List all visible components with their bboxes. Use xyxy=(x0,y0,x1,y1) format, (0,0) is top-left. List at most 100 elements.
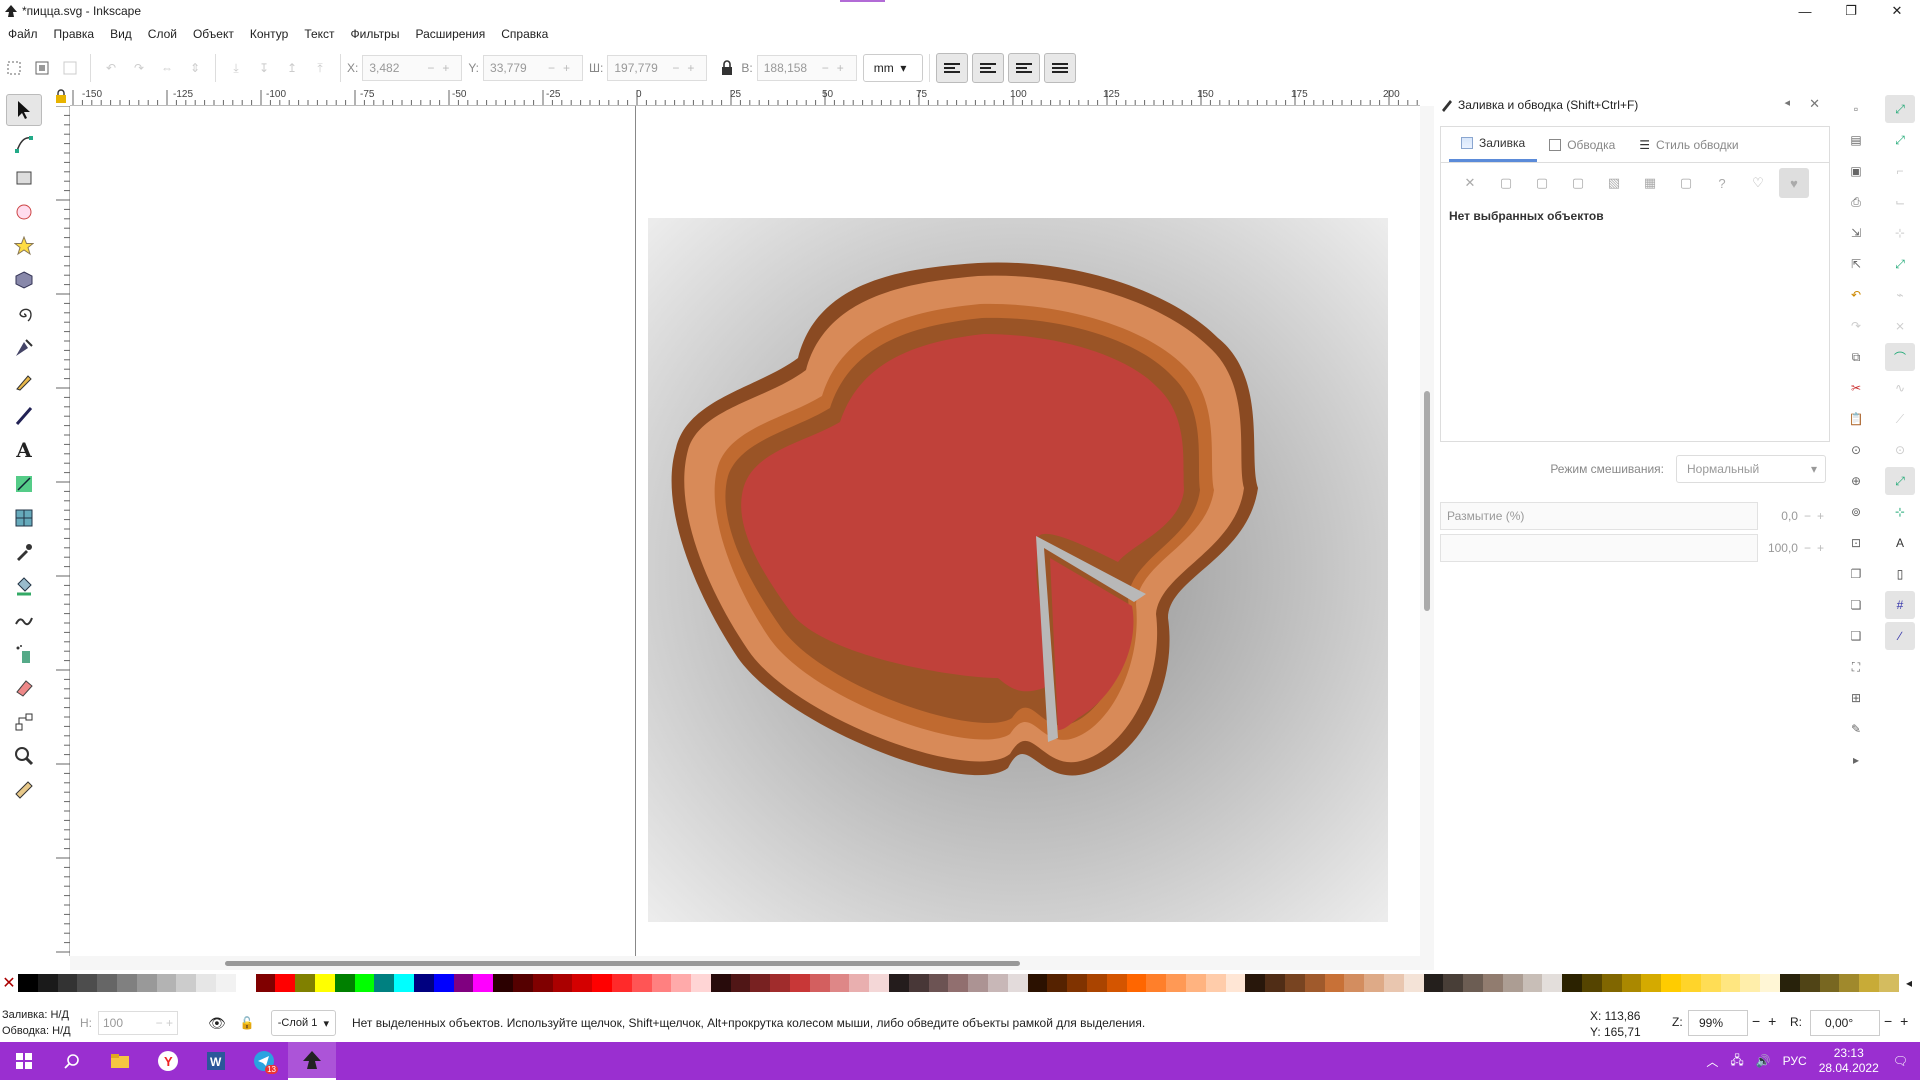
star-tool-icon[interactable] xyxy=(6,230,42,262)
flip-horizontal-icon[interactable]: ⇔ xyxy=(153,54,181,82)
palette-swatch[interactable] xyxy=(849,974,870,992)
snap-text-baseline-icon[interactable]: A xyxy=(1885,529,1915,557)
maximize-button[interactable]: ❐ xyxy=(1828,0,1874,22)
tweak-tool-icon[interactable] xyxy=(6,604,42,636)
y-input[interactable]: 33,779 −+ xyxy=(483,55,584,81)
tab-stroke-style[interactable]: ☰ Стиль обводки xyxy=(1627,127,1750,162)
palette-swatch[interactable] xyxy=(176,974,197,992)
menu-layer[interactable]: Слой xyxy=(148,27,185,41)
more-commands-icon[interactable]: ▸ xyxy=(1842,746,1870,774)
menu-view[interactable]: Вид xyxy=(110,27,140,41)
menu-object[interactable]: Объект xyxy=(193,27,242,41)
palette-swatch[interactable] xyxy=(255,974,276,992)
palette-swatch[interactable] xyxy=(1700,974,1721,992)
palette-swatch[interactable] xyxy=(1799,974,1820,992)
word-icon[interactable]: W xyxy=(192,1042,240,1080)
palette-swatch[interactable] xyxy=(869,974,890,992)
zoom-tool-icon[interactable] xyxy=(6,740,42,772)
zoom-selection-icon[interactable]: ⊙ xyxy=(1842,436,1870,464)
palette-swatch[interactable] xyxy=(116,974,137,992)
snap-intersection-icon[interactable]: ⨯ xyxy=(1885,312,1915,340)
yandex-browser-icon[interactable]: Y xyxy=(144,1042,192,1080)
palette-swatch[interactable] xyxy=(829,974,850,992)
linear-gradient-icon[interactable]: ▢ xyxy=(1527,168,1557,198)
no-color-swatch-icon[interactable]: ✕ xyxy=(0,974,18,992)
snap-bbox-edge-icon[interactable]: ⌐ xyxy=(1885,157,1915,185)
menu-filters[interactable]: Фильтры xyxy=(351,27,408,41)
palette-swatch[interactable] xyxy=(889,974,909,992)
search-icon[interactable] xyxy=(48,1042,96,1080)
open-icon[interactable]: ▤ xyxy=(1842,126,1870,154)
blur-stepper[interactable]: −+ xyxy=(1804,509,1830,523)
measure-tool-icon[interactable] xyxy=(6,774,42,806)
palette-swatch[interactable] xyxy=(1522,974,1543,992)
group-icon[interactable]: ⛶ xyxy=(1842,653,1870,681)
layer-select[interactable]: -Слой 1 ▾ xyxy=(270,1010,336,1036)
palette-swatch[interactable] xyxy=(1720,974,1741,992)
dropper-tool-icon[interactable] xyxy=(6,536,42,568)
palette-swatch[interactable] xyxy=(1146,974,1167,992)
x-input[interactable]: 3,482 −+ xyxy=(362,55,463,81)
snap-page-border-icon[interactable]: ▯ xyxy=(1885,560,1915,588)
palette-swatch[interactable] xyxy=(1542,974,1563,992)
snap-path-icon[interactable]: ⌁ xyxy=(1885,281,1915,309)
palette-swatch[interactable] xyxy=(1304,974,1325,992)
connector-tool-icon[interactable] xyxy=(6,706,42,738)
palette-swatch[interactable] xyxy=(1166,974,1187,992)
menu-help[interactable]: Справка xyxy=(501,27,556,41)
flat-color-icon[interactable]: ▢ xyxy=(1491,168,1521,198)
mesh-tool-icon[interactable] xyxy=(6,502,42,534)
blend-mode-select[interactable]: Нормальный ▾ xyxy=(1676,455,1826,483)
palette-swatch[interactable] xyxy=(18,974,38,992)
file-explorer-icon[interactable] xyxy=(96,1042,144,1080)
rectangle-tool-icon[interactable] xyxy=(6,162,42,194)
horizontal-scrollbar[interactable] xyxy=(70,956,1434,970)
palette-swatch[interactable] xyxy=(295,974,315,992)
telegram-icon[interactable]: 13 xyxy=(240,1042,288,1080)
clock[interactable]: 23:13 28.04.2022 xyxy=(1819,1046,1879,1076)
notifications-icon[interactable]: 🗨 xyxy=(1893,1054,1908,1068)
palette-swatch[interactable] xyxy=(1621,974,1642,992)
palette-menu-icon[interactable]: ◂ xyxy=(1898,976,1920,990)
save-icon[interactable]: ▣ xyxy=(1842,157,1870,185)
palette-swatch[interactable] xyxy=(1265,974,1285,992)
opacity-stepper[interactable]: −+ xyxy=(1804,541,1830,555)
palette-swatch[interactable] xyxy=(1364,974,1384,992)
snap-toggle-icon[interactable]: ⤢ xyxy=(1885,95,1915,123)
deselect-icon[interactable] xyxy=(56,54,84,82)
palette-swatch[interactable] xyxy=(1641,974,1662,992)
rotate-cw-icon[interactable]: ↷ xyxy=(125,54,153,82)
palette-swatch[interactable] xyxy=(1859,974,1879,992)
palette-swatch[interactable] xyxy=(57,974,78,992)
lock-proportions-icon[interactable] xyxy=(713,54,741,82)
minimize-button[interactable]: — xyxy=(1782,0,1828,22)
fill-rule-evenodd-icon[interactable]: ♡ xyxy=(1743,168,1773,198)
text-tool-icon[interactable]: A xyxy=(6,434,42,466)
palette-swatch[interactable] xyxy=(374,974,395,992)
palette-swatch[interactable] xyxy=(1839,974,1860,992)
palette-swatch[interactable] xyxy=(730,974,751,992)
palette-swatch[interactable] xyxy=(275,974,296,992)
export-icon[interactable]: ⇱ xyxy=(1842,250,1870,278)
flip-vertical-icon[interactable]: ⇕ xyxy=(181,54,209,82)
move-gradients-button[interactable] xyxy=(1007,53,1040,83)
palette-swatch[interactable] xyxy=(493,974,513,992)
panel-close-icon[interactable]: ✕ xyxy=(1809,96,1820,112)
duplicate-icon[interactable]: ❐ xyxy=(1842,560,1870,588)
palette-swatch[interactable] xyxy=(413,974,434,992)
palette-swatch[interactable] xyxy=(671,974,692,992)
palette-swatch[interactable] xyxy=(453,974,474,992)
unset-paint-icon[interactable]: ? xyxy=(1707,168,1737,198)
unlink-clone-icon[interactable]: ❑ xyxy=(1842,622,1870,650)
select-all-icon[interactable] xyxy=(0,54,28,82)
vertical-scrollbar[interactable] xyxy=(1420,106,1434,956)
spiral-tool-icon[interactable] xyxy=(6,298,42,330)
mesh-gradient-icon[interactable]: ▧ xyxy=(1599,168,1629,198)
volume-icon[interactable]: 🔊 xyxy=(1756,1054,1771,1068)
palette-swatch[interactable] xyxy=(314,974,335,992)
height-input[interactable]: 188,158 −+ xyxy=(756,55,857,81)
palette-swatch[interactable] xyxy=(1878,974,1899,992)
palette-swatch[interactable] xyxy=(908,974,929,992)
palette-swatch[interactable] xyxy=(1760,974,1780,992)
eraser-tool-icon[interactable] xyxy=(6,672,42,704)
